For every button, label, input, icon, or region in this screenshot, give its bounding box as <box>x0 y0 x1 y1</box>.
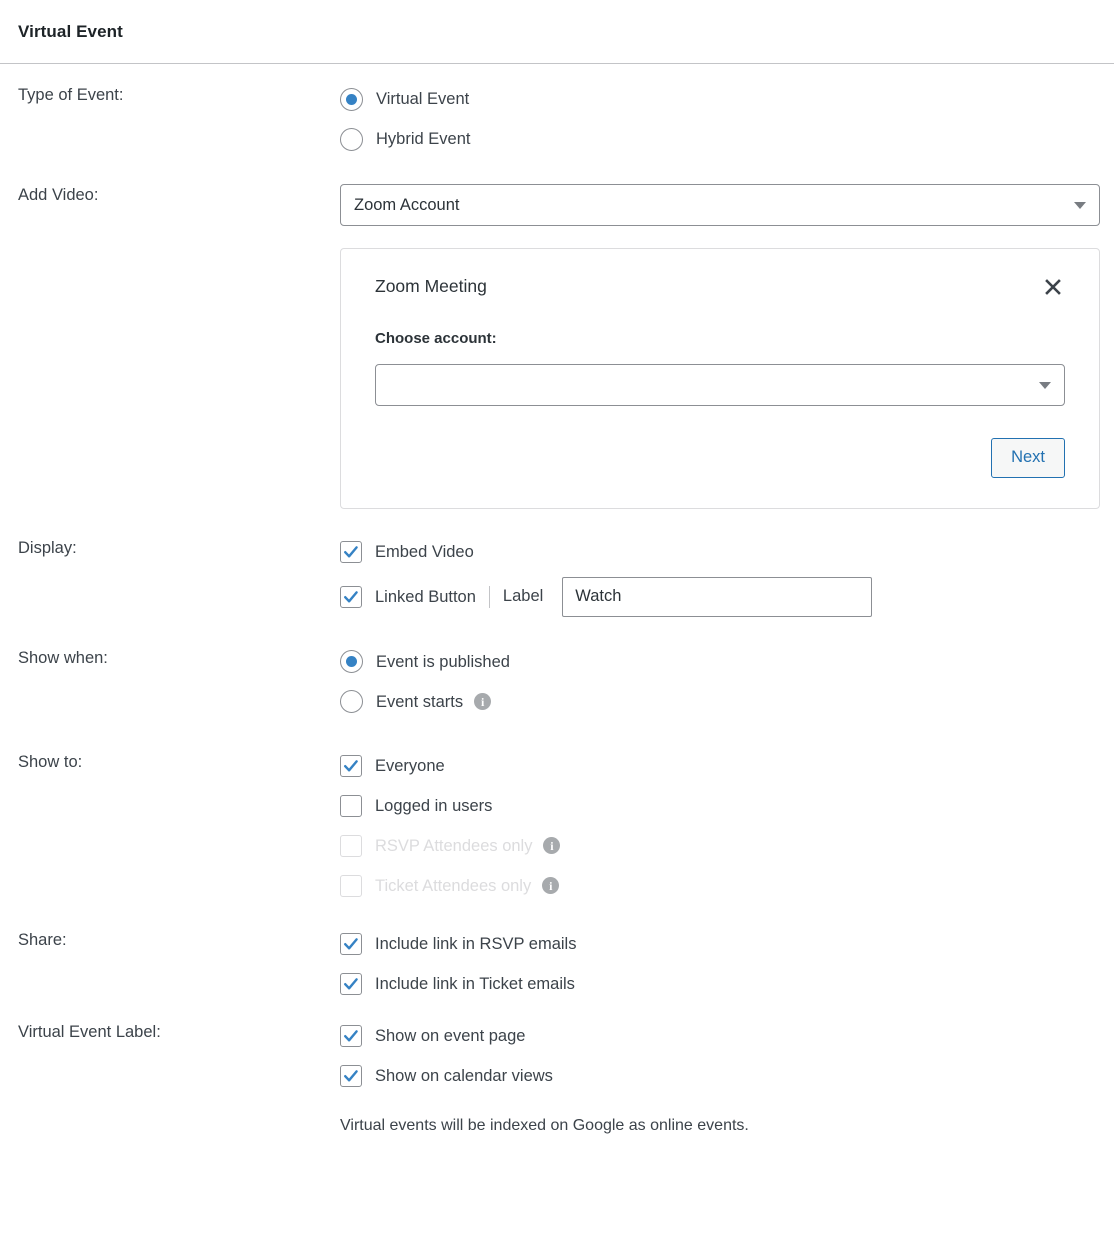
checkbox-ticket-attendees-only <box>340 874 362 897</box>
checkbox-option-rsvp-emails[interactable]: Include link in RSVP emails <box>340 929 1096 959</box>
radio-hybrid-event[interactable] <box>340 127 363 151</box>
checkbox-logged-in-users[interactable] <box>340 794 362 817</box>
checkbox-label-ticket-attendees-only: Ticket Attendees only <box>375 876 532 895</box>
checkbox-show-on-event-page[interactable] <box>340 1024 362 1047</box>
chevron-down-icon <box>1074 202 1086 209</box>
checkbox-linked-button[interactable] <box>340 585 362 608</box>
linked-button-label-input[interactable] <box>562 576 873 617</box>
zoom-meeting-panel: Zoom Meeting Choose account: Next <box>340 248 1100 509</box>
radio-event-is-published[interactable] <box>340 650 363 674</box>
field-add-video: Zoom Account Zoom Meeting Choose account… <box>340 184 1100 509</box>
next-button[interactable]: Next <box>991 438 1065 478</box>
checkbox-label-include-link-ticket-emails: Include link in Ticket emails <box>375 974 575 993</box>
zoom-panel-header: Zoom Meeting <box>375 275 1065 299</box>
virtual-event-footnote: Virtual events will be indexed on Google… <box>340 1116 749 1134</box>
linked-button-row: Linked Button Label <box>340 576 1096 617</box>
field-show-when: Event is published Event starts i <box>340 647 1096 717</box>
field-virtual-event-label: Show on event page Show on calendar view… <box>340 1021 1096 1135</box>
row-type-of-event: Type of Event: Virtual Event Hybrid Even… <box>0 84 1114 154</box>
choose-account-select[interactable] <box>375 364 1065 406</box>
radio-option-event-starts[interactable]: Event starts i <box>340 687 1096 717</box>
row-show-when: Show when: Event is published Event star… <box>0 647 1114 717</box>
radio-event-starts[interactable] <box>340 690 363 714</box>
add-video-select-value: Zoom Account <box>354 195 460 214</box>
checkbox-option-rsvp-attendees-only: RSVP Attendees only i <box>340 831 1096 861</box>
radio-option-event-is-published[interactable]: Event is published <box>340 647 1096 677</box>
checkbox-label-show-on-event-page: Show on event page <box>375 1026 526 1045</box>
checkbox-option-ticket-attendees-only: Ticket Attendees only i <box>340 871 1096 901</box>
panel-header: Virtual Event <box>0 0 1114 64</box>
checkbox-label-embed-video: Embed Video <box>375 542 474 561</box>
checkbox-option-embed-video[interactable]: Embed Video <box>340 537 1096 567</box>
checkbox-rsvp-attendees-only <box>340 834 362 857</box>
checkbox-option-ticket-emails[interactable]: Include link in Ticket emails <box>340 969 1096 999</box>
add-video-select[interactable]: Zoom Account <box>340 184 1100 226</box>
checkbox-option-show-on-calendar-views[interactable]: Show on calendar views <box>340 1061 1096 1091</box>
virtual-event-form: Type of Event: Virtual Event Hybrid Even… <box>0 64 1114 1135</box>
label-show-when: Show when: <box>18 648 108 667</box>
info-icon[interactable]: i <box>543 837 561 855</box>
page-title: Virtual Event <box>18 21 123 41</box>
field-type-of-event: Virtual Event Hybrid Event <box>340 84 1096 154</box>
checkbox-label-rsvp-attendees-only: RSVP Attendees only <box>375 836 533 855</box>
checkbox-include-link-rsvp-emails[interactable] <box>340 932 362 955</box>
radio-virtual-event[interactable] <box>340 87 363 111</box>
checkbox-embed-video[interactable] <box>340 540 362 563</box>
checkbox-show-on-calendar-views[interactable] <box>340 1064 362 1087</box>
label-show-to: Show to: <box>18 752 83 771</box>
checkbox-label-include-link-rsvp-emails: Include link in RSVP emails <box>375 934 577 953</box>
label-type-of-event: Type of Event: <box>18 86 124 104</box>
checkbox-everyone[interactable] <box>340 754 362 777</box>
row-display: Display: Embed Video Linked Button Label… <box>0 537 1114 617</box>
field-share: Include link in RSVP emails Include link… <box>340 929 1096 999</box>
radio-label-virtual-event: Virtual Event <box>376 89 470 108</box>
zoom-panel-actions: Next <box>375 438 1065 478</box>
field-show-to: Everyone Logged in users RSVP Attendees … <box>340 751 1096 901</box>
checkbox-option-logged-in-users[interactable]: Logged in users <box>340 791 1096 821</box>
radio-label-event-starts: Event starts <box>376 692 464 711</box>
choose-account-label: Choose account: <box>375 330 497 347</box>
radio-label-hybrid-event: Hybrid Event <box>376 129 471 148</box>
checkbox-option-everyone[interactable]: Everyone <box>340 751 1096 781</box>
label-display: Display: <box>18 538 77 557</box>
label-add-video: Add Video: <box>18 186 99 204</box>
row-share: Share: Include link in RSVP emails Inclu… <box>0 929 1114 999</box>
checkbox-label-everyone: Everyone <box>375 756 445 775</box>
checkbox-label-logged-in-users: Logged in users <box>375 796 493 815</box>
info-icon[interactable]: i <box>474 693 492 711</box>
checkbox-label-show-on-calendar-views: Show on calendar views <box>375 1066 553 1085</box>
close-icon[interactable] <box>1041 275 1065 299</box>
row-virtual-event-label: Virtual Event Label: Show on event page … <box>0 1021 1114 1135</box>
linked-button-label-caption: Label <box>502 587 544 606</box>
checkbox-option-show-on-event-page[interactable]: Show on event page <box>340 1021 1096 1051</box>
chevron-down-icon <box>1039 382 1051 389</box>
radio-option-hybrid-event[interactable]: Hybrid Event <box>340 124 1096 154</box>
label-virtual-event-label: Virtual Event Label: <box>18 1022 161 1041</box>
radio-option-virtual-event[interactable]: Virtual Event <box>340 84 1096 114</box>
field-display: Embed Video Linked Button Label <box>340 537 1096 617</box>
label-share: Share: <box>18 930 67 949</box>
zoom-panel-title: Zoom Meeting <box>375 276 487 296</box>
info-icon[interactable]: i <box>542 877 560 895</box>
checkbox-include-link-ticket-emails[interactable] <box>340 972 362 995</box>
row-add-video: Add Video: Zoom Account Zoom Meeting Cho… <box>0 184 1114 509</box>
row-show-to: Show to: Everyone Logged in users RSVP A… <box>0 751 1114 901</box>
checkbox-label-linked-button: Linked Button <box>375 587 476 606</box>
radio-label-event-is-published: Event is published <box>376 652 510 671</box>
field-divider <box>488 585 490 608</box>
